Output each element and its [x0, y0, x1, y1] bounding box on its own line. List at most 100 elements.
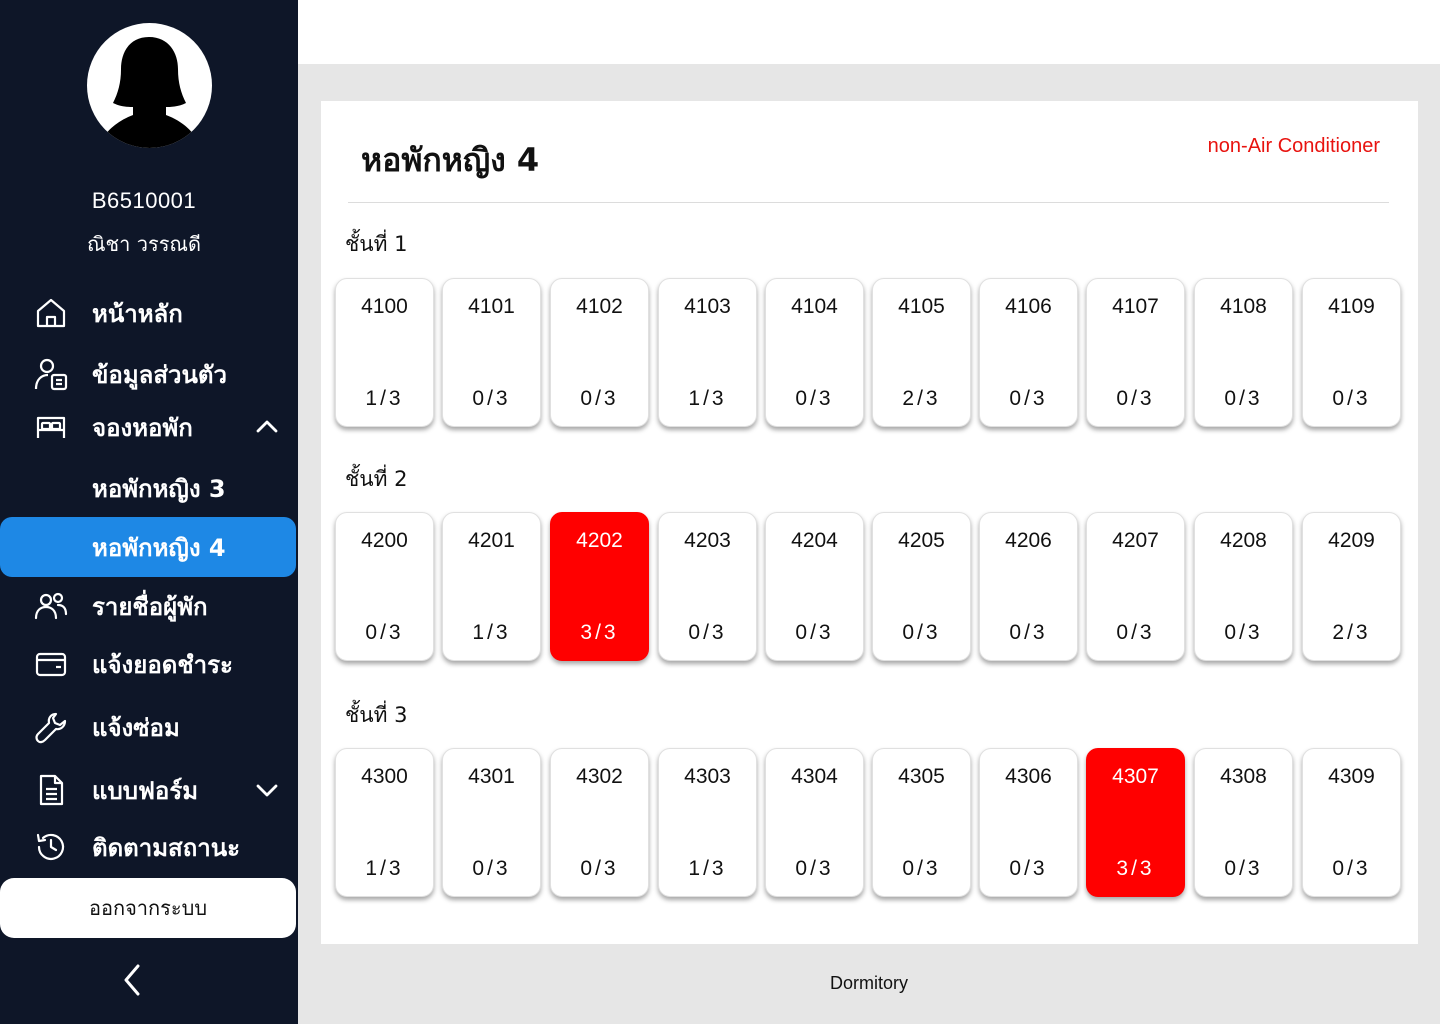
room-card[interactable]: 4207 0/3 — [1086, 512, 1185, 661]
room-card[interactable]: 4100 1/3 — [335, 278, 434, 427]
ac-type-badge: non-Air Conditioner — [1207, 135, 1380, 157]
room-card[interactable]: 4202 3/3 — [550, 512, 649, 661]
room-occupancy: 0/3 — [1116, 387, 1155, 410]
chevron-down-icon[interactable] — [254, 777, 280, 803]
room-card[interactable]: 4301 0/3 — [442, 748, 541, 897]
room-occupancy: 1/3 — [472, 621, 511, 644]
room-card[interactable]: 4108 0/3 — [1194, 278, 1293, 427]
room-card[interactable]: 4309 0/3 — [1302, 748, 1401, 897]
nav-forms-label: แบบฟอร์ม — [92, 776, 199, 805]
room-number: 4308 — [1220, 765, 1267, 788]
floor-label: ชั้นที่ 2 — [345, 467, 408, 491]
avatar[interactable] — [87, 23, 212, 148]
dorm-card: หอพักหญิง 4 non-Air Conditioner ชั้นที่ … — [321, 101, 1418, 944]
room-number: 4305 — [898, 765, 945, 788]
top-bar — [298, 0, 1440, 64]
room-card[interactable]: 4107 0/3 — [1086, 278, 1185, 427]
users-icon — [34, 589, 68, 623]
room-card[interactable]: 4101 0/3 — [442, 278, 541, 427]
room-occupancy: 0/3 — [1009, 621, 1048, 644]
nav-payment[interactable]: แจ้งยอดชำระ — [0, 639, 296, 689]
history-icon — [34, 830, 68, 864]
room-card[interactable]: 4204 0/3 — [765, 512, 864, 661]
room-card[interactable]: 4102 0/3 — [550, 278, 649, 427]
room-number: 4102 — [576, 295, 623, 318]
nav-residents-label: รายชื่อผู้พัก — [92, 592, 208, 621]
room-number: 4109 — [1328, 295, 1375, 318]
divider — [348, 202, 1389, 203]
room-card[interactable]: 4307 3/3 — [1086, 748, 1185, 897]
room-occupancy: 0/3 — [365, 621, 404, 644]
nav-home[interactable]: หน้าหลัก — [0, 288, 296, 338]
room-occupancy: 3/3 — [580, 621, 619, 644]
room-card[interactable]: 4203 0/3 — [658, 512, 757, 661]
nav-profile-label: ข้อมูลส่วนตัว — [92, 360, 227, 389]
wrench-icon — [34, 710, 68, 744]
room-card[interactable]: 4109 0/3 — [1302, 278, 1401, 427]
room-number: 4101 — [468, 295, 515, 318]
wallet-icon — [34, 647, 68, 681]
room-occupancy: 2/3 — [902, 387, 941, 410]
room-card[interactable]: 4205 0/3 — [872, 512, 971, 661]
room-card[interactable]: 4106 0/3 — [979, 278, 1078, 427]
room-number: 4206 — [1005, 529, 1052, 552]
room-occupancy: 0/3 — [795, 857, 834, 880]
room-card[interactable]: 4104 0/3 — [765, 278, 864, 427]
room-card[interactable]: 4302 0/3 — [550, 748, 649, 897]
sidebar: B6510001 ณิชา วรรณดี หน้าหลัก ข้อมูลส่วน… — [0, 0, 298, 1024]
room-number: 4303 — [684, 765, 731, 788]
footer-text: Dormitory — [829, 973, 908, 993]
room-number: 4104 — [791, 295, 838, 318]
room-card[interactable]: 4304 0/3 — [765, 748, 864, 897]
room-number: 4207 — [1112, 529, 1159, 552]
page-title: หอพักหญิง 4 — [361, 141, 540, 179]
nav-repair[interactable]: แจ้งซ่อม — [0, 702, 296, 752]
logout-button[interactable]: ออกจากระบบ — [0, 878, 296, 938]
bed-icon — [34, 410, 68, 444]
room-number: 4309 — [1328, 765, 1375, 788]
home-icon — [34, 296, 68, 330]
room-card[interactable]: 4300 1/3 — [335, 748, 434, 897]
nav-forms[interactable]: แบบฟอร์ม — [0, 765, 296, 815]
room-number: 4202 — [576, 529, 623, 552]
room-card[interactable]: 4208 0/3 — [1194, 512, 1293, 661]
room-card[interactable]: 4308 0/3 — [1194, 748, 1293, 897]
nav-dorm4-label: หอพักหญิง 4 — [92, 533, 226, 562]
room-number: 4201 — [468, 529, 515, 552]
room-occupancy: 0/3 — [795, 621, 834, 644]
room-occupancy: 1/3 — [365, 857, 404, 880]
room-card[interactable]: 4209 2/3 — [1302, 512, 1401, 661]
room-number: 4307 — [1112, 765, 1159, 788]
room-card[interactable]: 4206 0/3 — [979, 512, 1078, 661]
room-occupancy: 2/3 — [1332, 621, 1371, 644]
nav-status[interactable]: ติดตามสถานะ — [0, 822, 296, 872]
room-occupancy: 0/3 — [1224, 621, 1263, 644]
room-card[interactable]: 4306 0/3 — [979, 748, 1078, 897]
room-occupancy: 0/3 — [580, 387, 619, 410]
room-card[interactable]: 4103 1/3 — [658, 278, 757, 427]
nav-dorm4[interactable]: หอพักหญิง 4 — [0, 517, 296, 577]
room-number: 4200 — [361, 529, 408, 552]
room-card[interactable]: 4305 0/3 — [872, 748, 971, 897]
room-card[interactable]: 4303 1/3 — [658, 748, 757, 897]
floor-label: ชั้นที่ 1 — [345, 232, 408, 256]
nav-booking[interactable]: จองหอพัก — [0, 402, 296, 452]
room-occupancy: 0/3 — [1116, 621, 1155, 644]
room-card[interactable]: 4200 0/3 — [335, 512, 434, 661]
user-id: B6510001 — [91, 188, 197, 213]
floor-label: ชั้นที่ 3 — [345, 703, 408, 727]
room-occupancy: 0/3 — [1224, 857, 1263, 880]
room-occupancy: 0/3 — [472, 857, 511, 880]
chevron-left-icon[interactable] — [118, 962, 146, 998]
room-number: 4204 — [791, 529, 838, 552]
nav-dorm3[interactable]: หอพักหญิง 3 — [0, 463, 296, 513]
room-card[interactable]: 4201 1/3 — [442, 512, 541, 661]
room-card[interactable]: 4105 2/3 — [872, 278, 971, 427]
nav-profile[interactable]: ข้อมูลส่วนตัว — [0, 349, 296, 399]
room-number: 4302 — [576, 765, 623, 788]
nav-payment-label: แจ้งยอดชำระ — [92, 650, 233, 679]
room-number: 4304 — [791, 765, 838, 788]
nav-residents[interactable]: รายชื่อผู้พัก — [0, 581, 296, 631]
chevron-up-icon[interactable] — [254, 414, 280, 440]
document-icon — [34, 773, 68, 807]
